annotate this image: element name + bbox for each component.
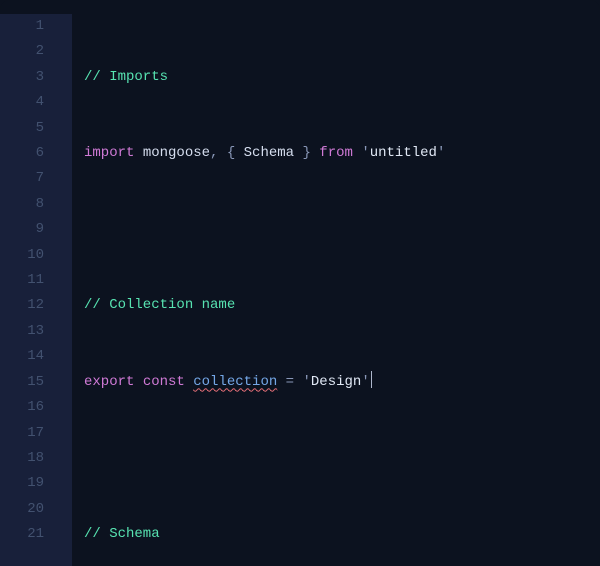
line-number: 10: [0, 243, 44, 268]
identifier-lint-warning: collection: [193, 374, 277, 390]
line-number: 21: [0, 522, 44, 547]
line-number: 11: [0, 268, 44, 293]
line-number: 8: [0, 192, 44, 217]
line-number: 17: [0, 421, 44, 446]
quote: ': [437, 145, 445, 161]
keyword-export: export: [84, 374, 134, 390]
line-number: 4: [0, 90, 44, 115]
line-number: 16: [0, 395, 44, 420]
line-number: 9: [0, 217, 44, 242]
code-line: [84, 217, 600, 242]
code-line: // Imports: [84, 65, 600, 90]
keyword-from: from: [319, 145, 353, 161]
line-number: 12: [0, 293, 44, 318]
comment: // Schema: [84, 526, 160, 542]
line-number: 14: [0, 344, 44, 369]
line-number: 5: [0, 116, 44, 141]
quote: ': [302, 374, 310, 390]
comment: // Collection name: [84, 297, 235, 313]
quote: ': [361, 145, 369, 161]
identifier: Schema: [244, 145, 294, 161]
line-number: 19: [0, 471, 44, 496]
comment: // Imports: [84, 69, 168, 85]
string: Design: [311, 374, 361, 390]
line-number: 18: [0, 446, 44, 471]
line-number: 2: [0, 39, 44, 64]
line-number: 6: [0, 141, 44, 166]
identifier: mongoose: [143, 145, 210, 161]
line-number: 13: [0, 319, 44, 344]
code-line: export const collection = 'Design': [84, 370, 600, 395]
punct: =: [277, 374, 302, 390]
code-line: [84, 446, 600, 471]
line-number: 1: [0, 14, 44, 39]
punct: }: [294, 145, 319, 161]
line-number-gutter: 123456789101112131415161718192021: [0, 14, 72, 566]
quote: ': [361, 374, 369, 390]
line-number: 3: [0, 65, 44, 90]
code-line: import mongoose, { Schema } from 'untitl…: [84, 141, 600, 166]
line-number: 20: [0, 497, 44, 522]
keyword-import: import: [84, 145, 134, 161]
string: untitled: [370, 145, 437, 161]
line-number: 7: [0, 166, 44, 191]
text-cursor: [371, 371, 373, 388]
code-line: // Collection name: [84, 293, 600, 318]
punct: , {: [210, 145, 244, 161]
code-area[interactable]: // Imports import mongoose, { Schema } f…: [72, 14, 600, 566]
code-editor[interactable]: 123456789101112131415161718192021 // Imp…: [0, 0, 600, 566]
keyword-const: const: [143, 374, 185, 390]
line-number: 15: [0, 370, 44, 395]
code-line: // Schema: [84, 522, 600, 547]
